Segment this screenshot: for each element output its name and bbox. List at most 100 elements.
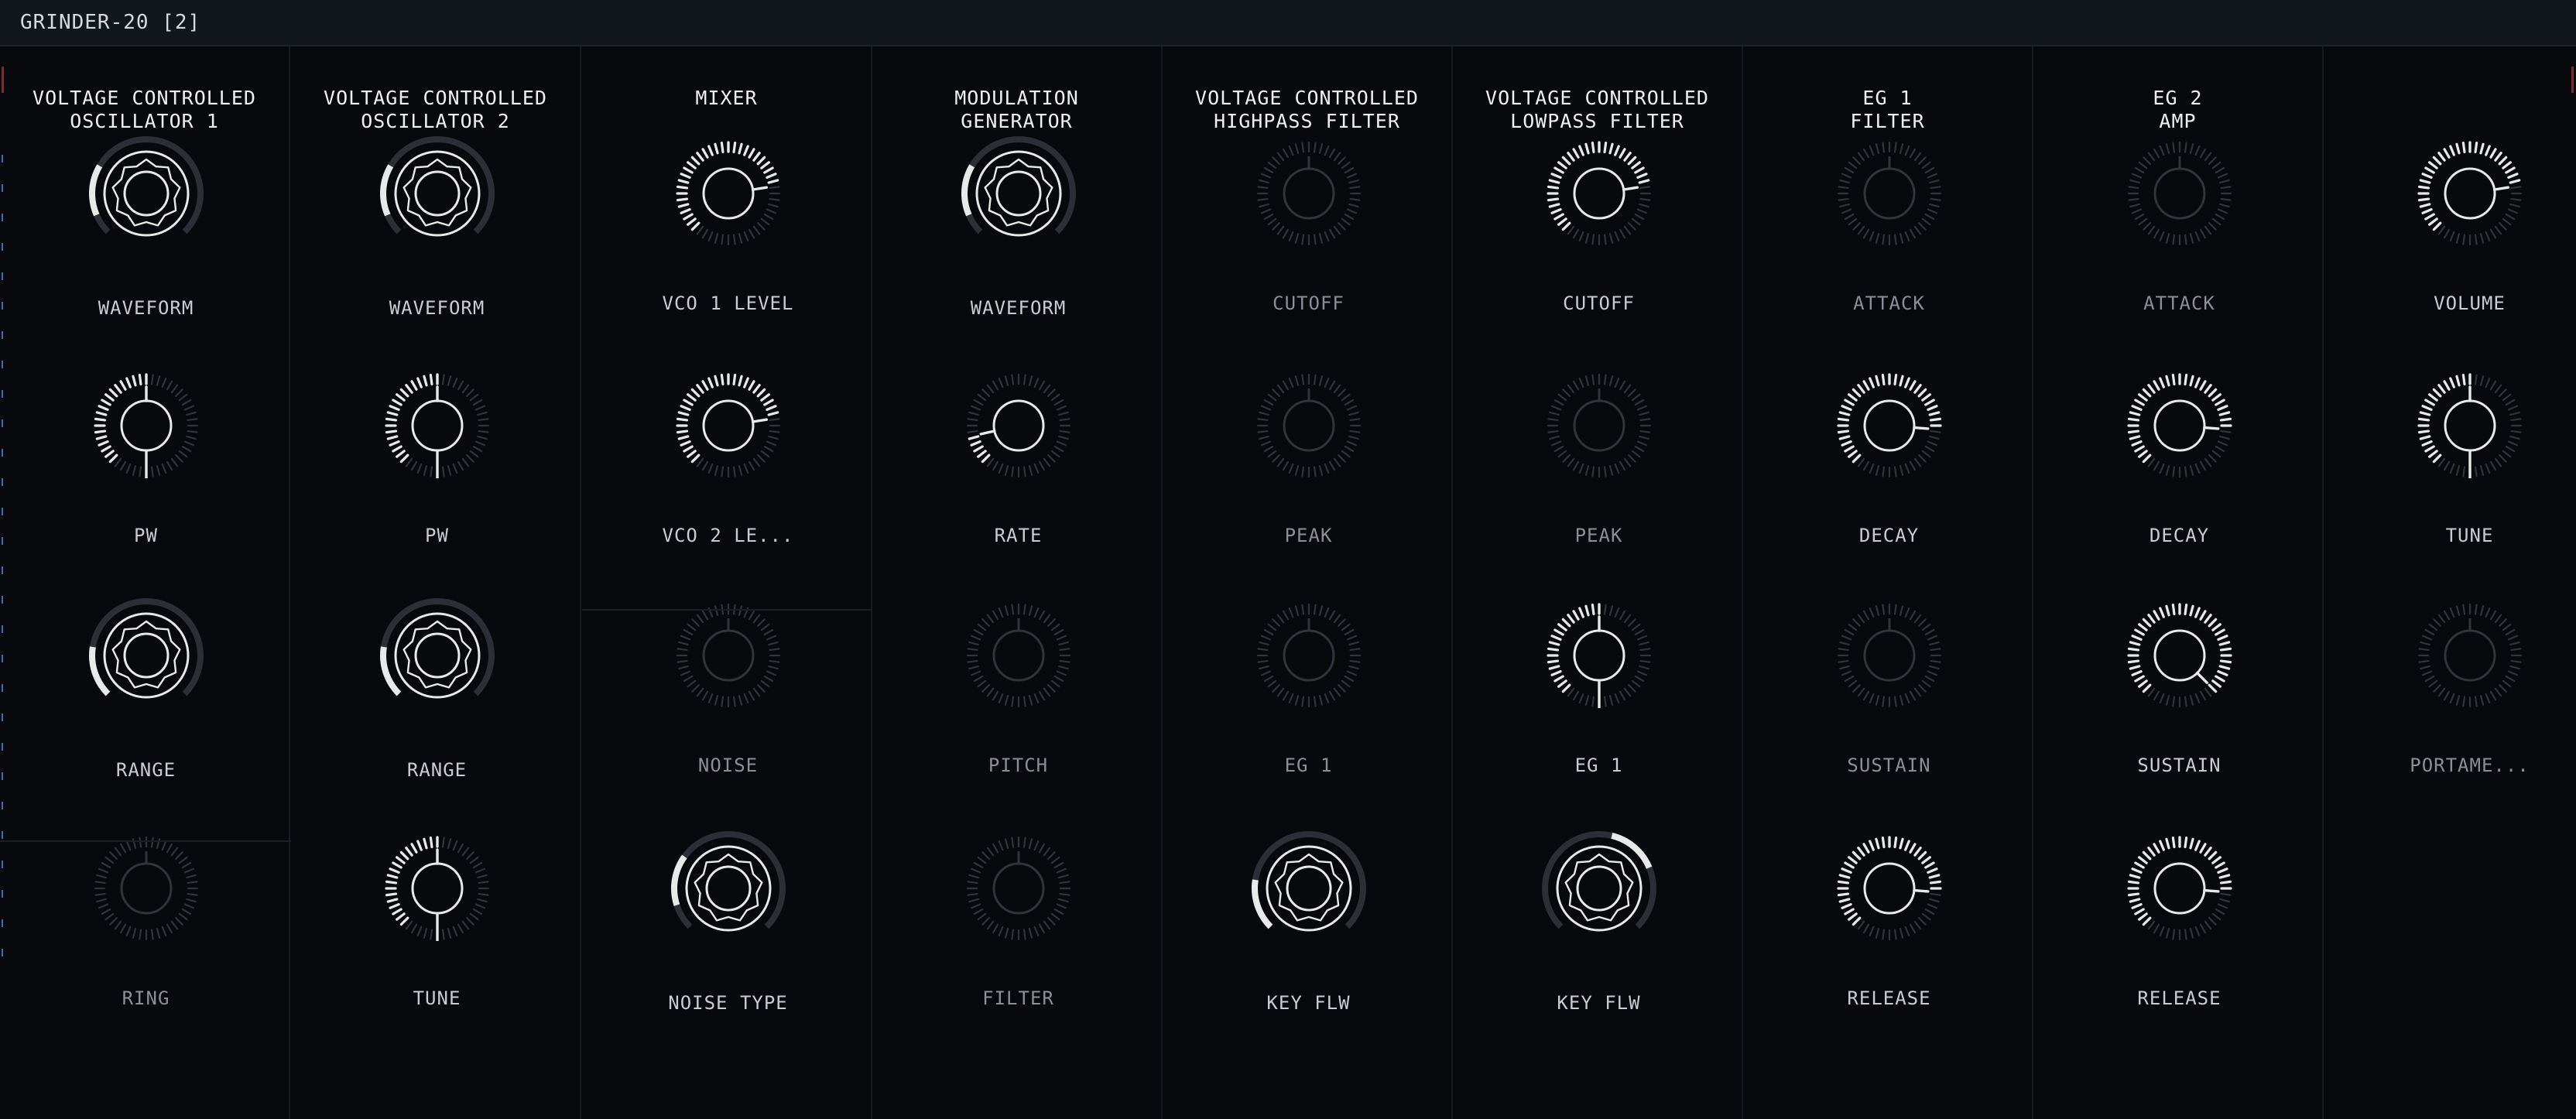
vco2-tune-knob[interactable] <box>379 830 495 946</box>
modgen-filter-knob[interactable] <box>961 830 1077 946</box>
rotary-dial-icon <box>1256 603 1361 708</box>
lpf-peak-knob[interactable] <box>1541 368 1657 484</box>
eg2-attack-label: ATTACK <box>2143 293 2215 314</box>
edge-marker <box>2 184 3 192</box>
eg2-sustain-knob[interactable] <box>2122 597 2238 713</box>
lpf-cutoff-knob[interactable] <box>1541 135 1657 252</box>
module-title: MIXER <box>582 87 871 110</box>
mixer-vco-2-le-knob[interactable] <box>670 368 786 484</box>
module-title: VOLTAGE CONTROLLED OSCILLATOR 2 <box>291 87 580 133</box>
eg1-release-knob[interactable] <box>1831 830 1947 946</box>
eg1-attack-knob[interactable] <box>1831 135 1947 252</box>
master-tune-knob[interactable] <box>2412 368 2528 484</box>
rotary-dial-icon <box>1546 141 1651 246</box>
module-title-line: AMP <box>2159 110 2197 132</box>
modgen-rate-knob[interactable] <box>961 368 1077 484</box>
mixer-noise-knob[interactable] <box>670 597 786 713</box>
module-title: EG 1 FILTER <box>1743 87 2032 133</box>
module-title-line: GENERATOR <box>961 110 1073 132</box>
eg1-sustain-knob[interactable] <box>1831 597 1947 713</box>
eg2-release-knob[interactable] <box>2122 830 2238 946</box>
mixer-noise-type-label: NOISE TYPE <box>668 992 788 1014</box>
vco2-waveform-label: WAVEFORM <box>389 297 485 319</box>
lpf-eg-1-label: EG 1 <box>1574 755 1623 776</box>
edge-marker <box>2 949 3 956</box>
mixer-noise-type-knob[interactable] <box>670 830 786 946</box>
edge-marker <box>2 390 3 398</box>
module-title: MODULATION GENERATOR <box>872 87 1161 133</box>
rotary-dial-icon <box>966 373 1070 478</box>
module-title-line: LOWPASS FILTER <box>1510 110 1684 132</box>
rotary-dial-icon <box>94 836 198 941</box>
master-portame-knob[interactable] <box>2412 597 2528 713</box>
modgen-pitch-knob[interactable] <box>961 597 1077 713</box>
modgen-rate-label: RATE <box>994 525 1043 546</box>
vco1-ring-label: RING <box>122 987 170 1009</box>
hpf-key-flw-knob[interactable] <box>1251 830 1367 946</box>
vco2-pw-knob[interactable] <box>379 368 495 484</box>
module-modgen: MODULATION GENERATOR WAVEFORM RATE PITCH FILT… <box>872 46 1163 1119</box>
edge-marker <box>2 478 3 486</box>
vco1-waveform-knob[interactable] <box>88 135 204 252</box>
selector-knob-icon <box>961 136 1076 237</box>
rotary-dial-icon <box>1256 373 1361 478</box>
master-volume-knob[interactable] <box>2412 135 2528 252</box>
eg2-decay-knob[interactable] <box>2122 368 2238 484</box>
rotary-dial-icon <box>966 836 1070 941</box>
hpf-peak-knob[interactable] <box>1251 368 1367 484</box>
mixer-noise-label: NOISE <box>697 755 759 776</box>
lpf-key-flw-label: KEY FLW <box>1557 992 1641 1014</box>
vco1-range-knob[interactable] <box>88 597 204 713</box>
vco1-waveform-label: WAVEFORM <box>98 297 194 319</box>
selector-knob-icon <box>1541 831 1656 932</box>
rotary-dial-icon <box>675 373 780 478</box>
edge-marker <box>2 566 3 574</box>
hpf-cutoff-knob[interactable] <box>1251 135 1367 252</box>
mixer-vco-1-level-label: VCO 1 LEVEL <box>662 293 794 314</box>
modgen-waveform-knob[interactable] <box>961 135 1077 252</box>
rotary-dial-icon <box>2126 373 2232 478</box>
rotary-dial-icon <box>2417 603 2522 708</box>
section-divider <box>582 609 872 611</box>
vco2-tune-label: TUNE <box>413 987 461 1009</box>
edge-marker <box>2 596 3 604</box>
rotary-dial-icon <box>2417 373 2522 478</box>
vco1-pw-knob[interactable] <box>88 368 204 484</box>
edge-indicator <box>2571 67 2574 93</box>
master-volume-label: VOLUME <box>2434 293 2506 314</box>
edge-marker <box>2 361 3 368</box>
eg1-sustain-label: SUSTAIN <box>1847 755 1931 776</box>
module-title: VOLTAGE CONTROLLED OSCILLATOR 1 <box>0 87 289 133</box>
module-eg2: EG 2 AMP ATTACK DECAY SUSTAIN RELEASE <box>2033 46 2324 1119</box>
module-title-line: VOLTAGE CONTROLLED <box>1485 87 1709 109</box>
rotary-dial-icon <box>1547 373 1651 478</box>
module-master: VOLUME TUNE PORTAME... <box>2324 46 2576 1119</box>
rotary-dial-icon <box>1837 141 1941 246</box>
rotary-dial-icon <box>2417 141 2522 246</box>
eg2-attack-knob[interactable] <box>2122 135 2238 252</box>
rotary-dial-icon <box>384 836 489 941</box>
edge-marker <box>2 684 3 692</box>
selector-knob-icon <box>88 598 204 699</box>
hpf-eg-1-knob[interactable] <box>1251 597 1367 713</box>
eg1-decay-knob[interactable] <box>1831 368 1947 484</box>
vco1-ring-knob[interactable] <box>88 830 204 946</box>
lpf-key-flw-knob[interactable] <box>1541 830 1657 946</box>
module-mixer: MIXER VCO 1 LEVEL VCO 2 LE... NOISE NOISE TY… <box>582 46 872 1119</box>
edge-marker <box>2 155 3 163</box>
module-lpf: VOLTAGE CONTROLLED LOWPASS FILTER CUTOFF PE… <box>1453 46 1743 1119</box>
edge-marker <box>2 655 3 662</box>
lpf-peak-label: PEAK <box>1574 525 1623 546</box>
eg2-release-label: RELEASE <box>2137 987 2221 1009</box>
rotary-dial-icon <box>1256 141 1361 246</box>
vco2-waveform-knob[interactable] <box>379 135 495 252</box>
vco2-range-knob[interactable] <box>379 597 495 713</box>
lpf-eg-1-knob[interactable] <box>1541 597 1657 713</box>
rotary-dial-icon <box>93 373 198 478</box>
eg1-release-label: RELEASE <box>1847 987 1931 1009</box>
edge-marker <box>2 743 3 751</box>
edge-marker <box>2 625 3 633</box>
mixer-vco-1-level-knob[interactable] <box>670 135 786 252</box>
edge-marker <box>2 508 3 515</box>
module-eg1: EG 1 FILTER ATTACK DECAY SUSTAIN RELEASE <box>1743 46 2033 1119</box>
